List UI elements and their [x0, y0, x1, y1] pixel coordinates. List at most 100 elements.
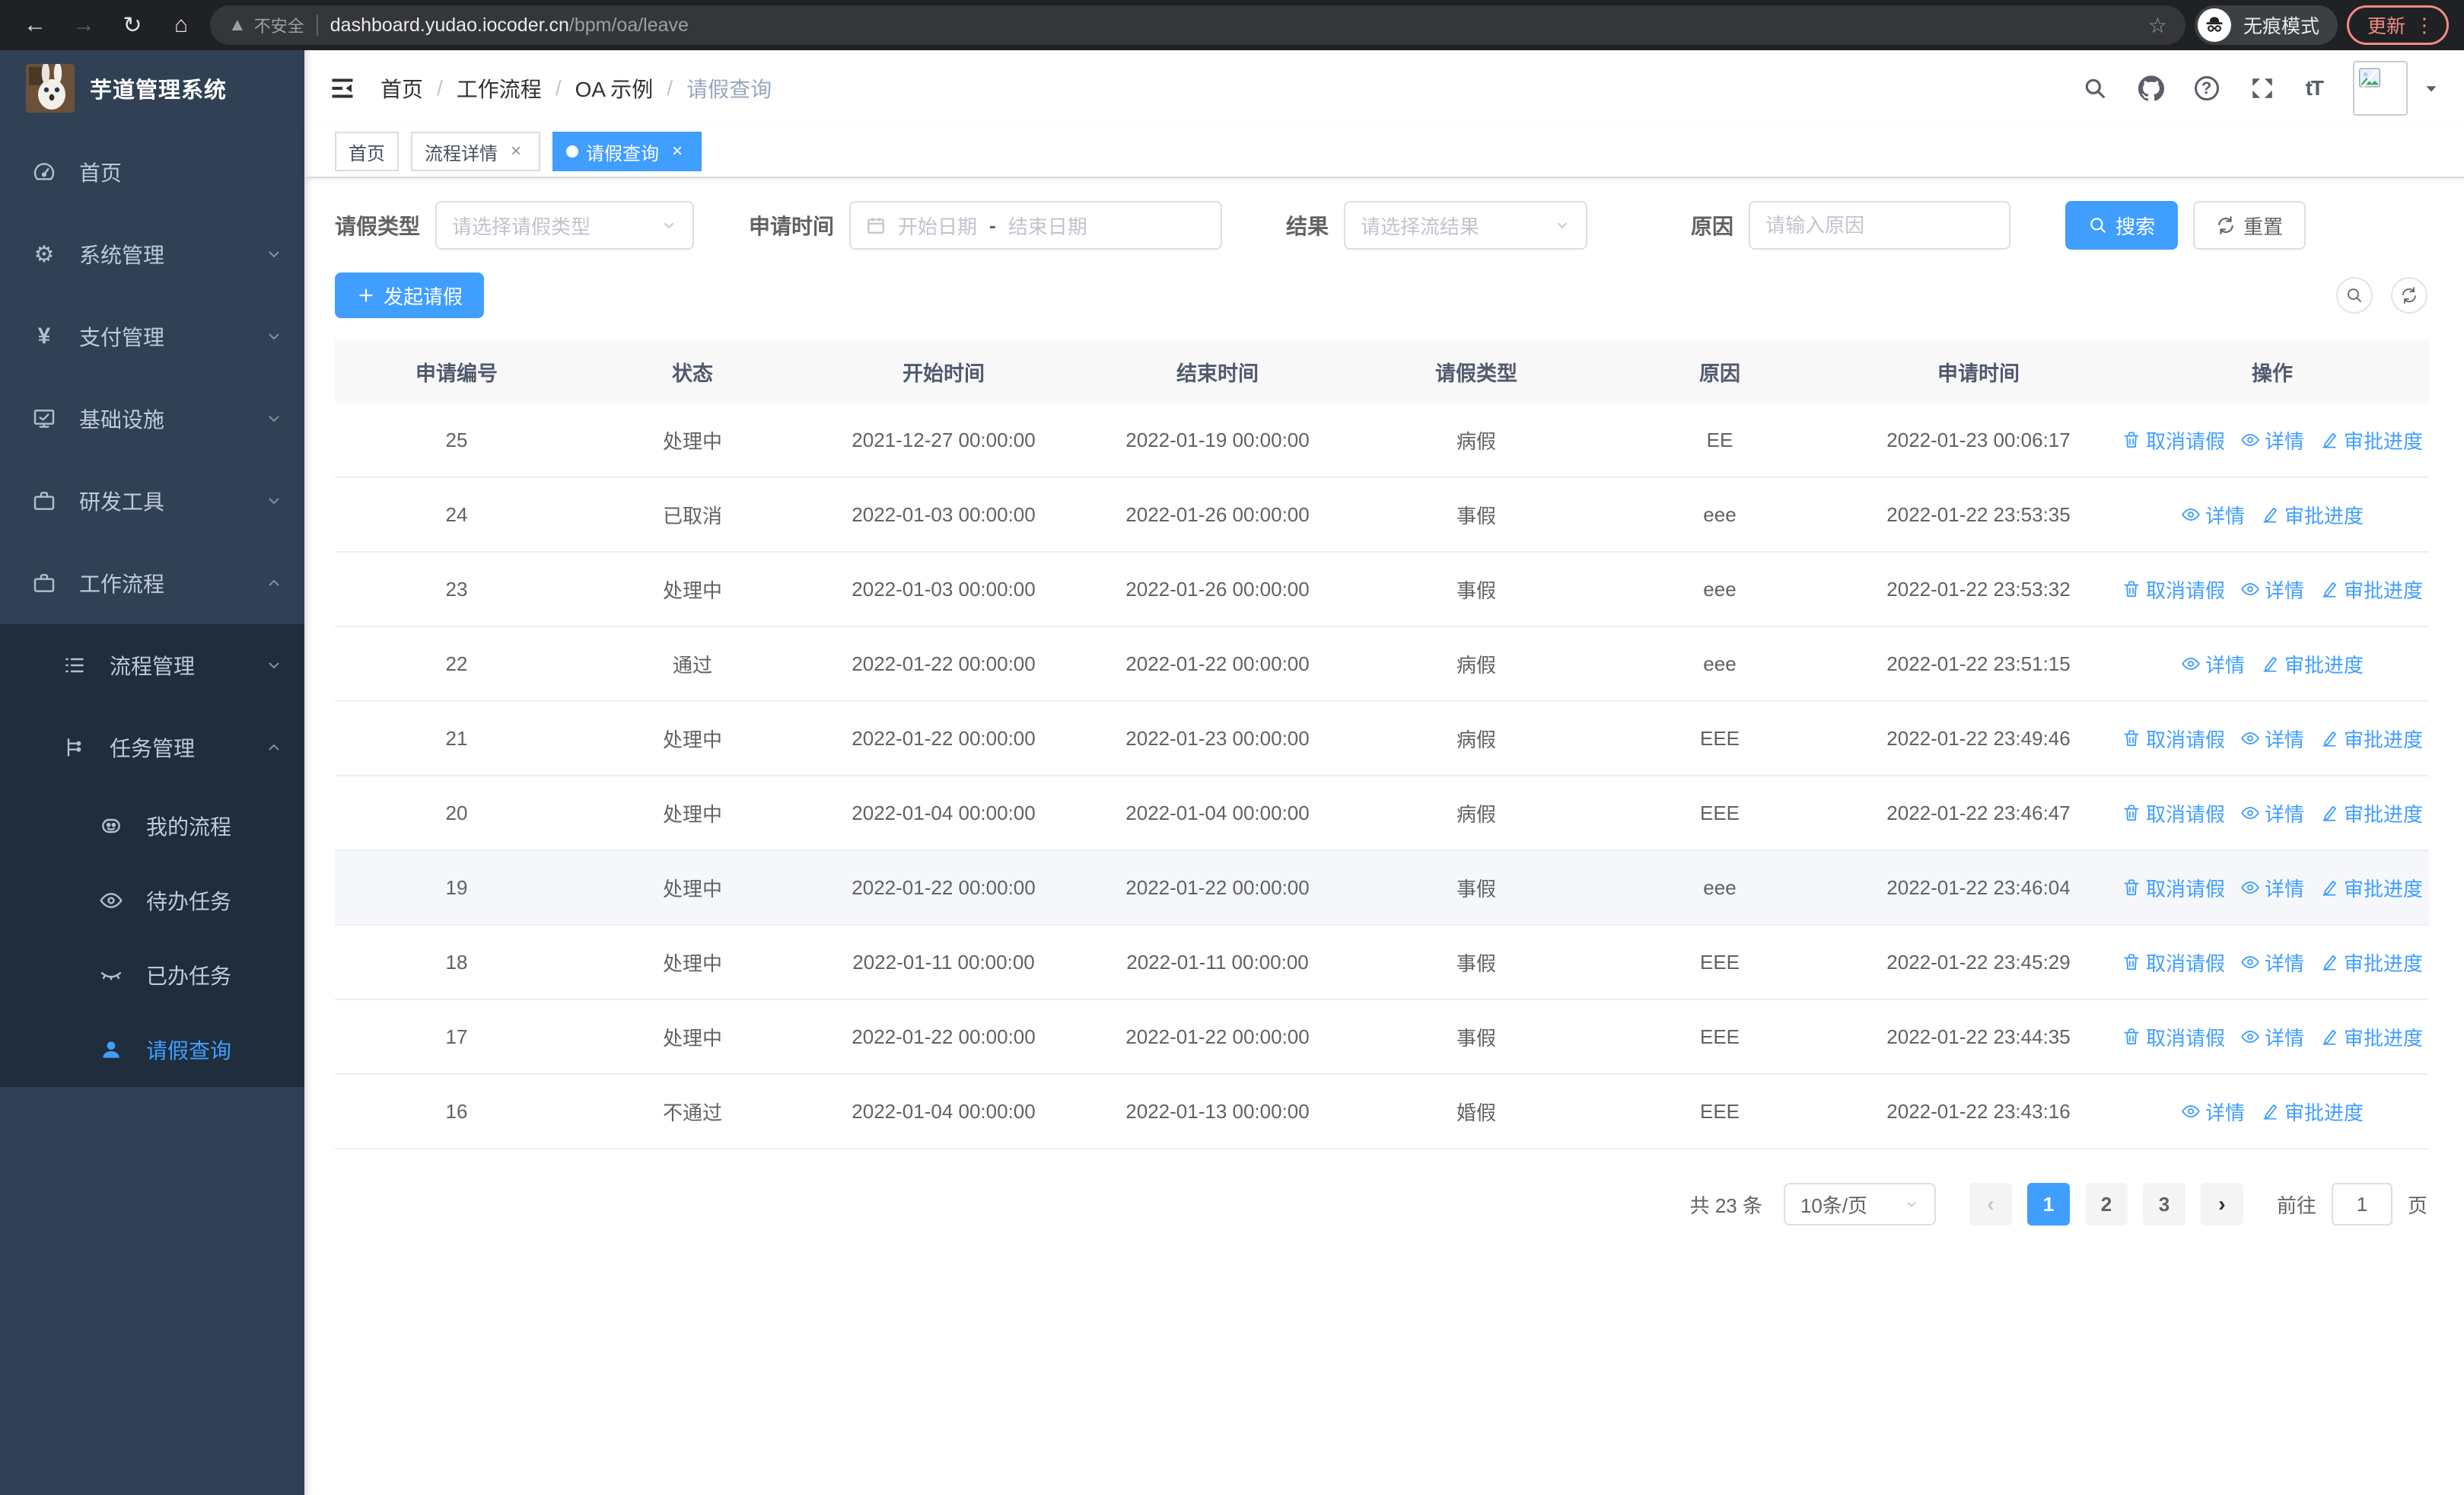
reason-input[interactable] — [1750, 202, 2010, 248]
cancel-leave-link[interactable]: 取消请假 — [2122, 575, 2225, 604]
result-select[interactable]: 请选择流结果 — [1344, 201, 1588, 250]
detail-link[interactable]: 详情 — [2240, 575, 2304, 604]
cell-start-time: 2022-01-04 00:00:00 — [852, 1099, 1036, 1123]
detail-link[interactable]: 详情 — [2240, 725, 2304, 753]
leave-type-select[interactable]: 请选择请假类型 — [435, 201, 695, 250]
browser-update-button[interactable]: 更新 ⋮ — [2346, 5, 2449, 45]
cancel-leave-link[interactable]: 取消请假 — [2122, 426, 2225, 454]
bookmark-star-icon[interactable]: ☆ — [2148, 13, 2167, 38]
breadcrumb: 首页 / 工作流程 / OA 示例 / 请假查询 — [380, 73, 772, 104]
progress-link[interactable]: 审批进度 — [2260, 501, 2364, 529]
browser-home-button[interactable]: ⌂ — [161, 5, 201, 45]
browser-back-button[interactable]: ← — [15, 5, 55, 45]
reset-button[interactable]: 重置 — [2193, 201, 2306, 250]
sidebar-item-process-management[interactable]: 流程管理 — [0, 624, 304, 706]
close-icon[interactable]: × — [667, 141, 688, 162]
refresh-button[interactable] — [2391, 277, 2427, 314]
filter-bar: 请假类型 请选择请假类型 申请时间 开始日期 - 结束日期 结果 请选择流结果 … — [335, 201, 2434, 250]
tab-home[interactable]: 首页 — [335, 132, 399, 171]
cancel-leave-link[interactable]: 取消请假 — [2122, 725, 2225, 753]
sidebar-item-infrastructure[interactable]: 基础设施 — [0, 378, 304, 460]
cell-apply-id: 21 — [445, 726, 468, 750]
cancel-leave-link[interactable]: 取消请假 — [2122, 948, 2225, 977]
site-security-warning[interactable]: ▲ 不安全 — [228, 13, 304, 37]
page-button-2[interactable]: 2 — [2084, 1183, 2128, 1226]
progress-link[interactable]: 审批进度 — [2319, 948, 2423, 977]
progress-link[interactable]: 审批进度 — [2319, 1023, 2423, 1051]
progress-link[interactable]: 审批进度 — [2319, 725, 2423, 753]
sidebar-item-home[interactable]: 首页 — [0, 131, 304, 213]
sidebar-item-workflow[interactable]: 工作流程 — [0, 542, 304, 624]
cancel-leave-link[interactable]: 取消请假 — [2122, 1023, 2225, 1051]
detail-link[interactable]: 详情 — [2181, 501, 2245, 529]
detail-link[interactable]: 详情 — [2181, 650, 2245, 678]
page-button-1[interactable]: 1 — [2026, 1183, 2070, 1226]
cancel-leave-link[interactable]: 取消请假 — [2122, 874, 2225, 902]
page-size-select[interactable]: 10条/页 — [1783, 1183, 1936, 1226]
browser-reload-button[interactable]: ↻ — [113, 5, 152, 45]
cell-leave-type: 病假 — [1456, 429, 1496, 453]
font-size-icon[interactable]: tT — [2306, 76, 2324, 100]
sidebar-item-dev-tools[interactable]: 研发工具 — [0, 460, 304, 542]
toggle-search-button[interactable] — [2336, 277, 2373, 314]
cell-leave-type: 病假 — [1456, 653, 1496, 677]
sidebar-item-my-process[interactable]: 我的流程 — [0, 789, 304, 863]
cell-status: 处理中 — [662, 1026, 722, 1050]
cell-reason: EEE — [1699, 801, 1740, 824]
cancel-leave-link[interactable]: 取消请假 — [2122, 799, 2225, 827]
detail-link[interactable]: 详情 — [2181, 1098, 2245, 1126]
avatar-caret-icon[interactable] — [2423, 75, 2440, 103]
detail-link[interactable]: 详情 — [2240, 874, 2304, 902]
app-logo-row[interactable]: 芋道管理系统 — [0, 50, 304, 126]
tab-leave-query[interactable]: 请假查询 × — [552, 132, 702, 171]
cell-end-time: 2022-01-22 00:00:00 — [1125, 875, 1310, 899]
browser-menu-icon[interactable]: ⋮ — [2415, 14, 2434, 37]
detail-link[interactable]: 详情 — [2240, 426, 2304, 454]
sidebar-item-done-tasks[interactable]: 已办任务 — [0, 938, 304, 1012]
table-row: 20 处理中 2022-01-04 00:00:00 2022-01-04 00:00… — [335, 776, 2429, 851]
sidebar-collapse-icon[interactable] — [329, 75, 356, 102]
search-icon[interactable] — [2082, 75, 2108, 101]
progress-link[interactable]: 审批进度 — [2319, 799, 2423, 827]
detail-link[interactable]: 详情 — [2240, 1023, 2304, 1051]
breadcrumb-oa-example[interactable]: OA 示例 — [575, 73, 654, 104]
breadcrumb-workflow[interactable]: 工作流程 — [457, 73, 542, 104]
filter-reason: 原因 — [1691, 201, 2011, 250]
avatar[interactable] — [2353, 61, 2408, 116]
page-button-3[interactable]: 3 — [2142, 1183, 2185, 1226]
chevron-down-icon — [265, 327, 283, 346]
github-icon[interactable] — [2138, 75, 2164, 101]
cell-reason: EEE — [1699, 1025, 1740, 1048]
sidebar-item-payment[interactable]: ¥ 支付管理 — [0, 295, 304, 378]
progress-link[interactable]: 审批进度 — [2319, 426, 2423, 454]
close-icon[interactable]: × — [505, 141, 527, 162]
progress-link[interactable]: 审批进度 — [2260, 1098, 2364, 1126]
create-leave-button[interactable]: 发起请假 — [335, 273, 485, 318]
progress-link[interactable]: 审批进度 — [2319, 575, 2423, 604]
progress-link[interactable]: 审批进度 — [2260, 650, 2364, 678]
chevron-down-icon — [265, 656, 283, 674]
detail-link[interactable]: 详情 — [2240, 799, 2304, 827]
cell-apply-id: 18 — [445, 950, 468, 974]
breadcrumb-home[interactable]: 首页 — [380, 73, 423, 104]
browser-forward-button[interactable]: → — [64, 5, 103, 45]
date-range-picker[interactable]: 开始日期 - 结束日期 — [849, 201, 1223, 250]
address-bar[interactable]: ▲ 不安全 dashboard.yudao.iocoder.cn/bpm/oa/… — [210, 5, 2185, 45]
sidebar-item-task-management[interactable]: 任务管理 — [0, 706, 304, 789]
cell-leave-type: 事假 — [1456, 877, 1496, 901]
detail-link[interactable]: 详情 — [2240, 948, 2304, 977]
prev-page-button[interactable]: ‹ — [1969, 1183, 2012, 1226]
help-icon[interactable]: ? — [2194, 76, 2219, 100]
fullscreen-icon[interactable] — [2249, 75, 2275, 101]
next-page-button[interactable]: › — [2200, 1183, 2243, 1226]
table-body: 25 处理中 2021-12-27 00:00:00 2022-01-19 00:00… — [335, 403, 2429, 1149]
goto-page-input[interactable] — [2331, 1183, 2392, 1226]
sidebar-item-todo-tasks[interactable]: 待办任务 — [0, 863, 304, 938]
tab-process-detail[interactable]: 流程详情 × — [411, 132, 540, 171]
table-row: 19 处理中 2022-01-22 00:00:00 2022-01-22 00:00… — [335, 851, 2429, 926]
progress-link[interactable]: 审批进度 — [2319, 874, 2423, 902]
search-button[interactable]: 搜索 — [2065, 201, 2179, 250]
goto-unit: 页 — [2407, 1194, 2427, 1217]
sidebar-item-system[interactable]: ⚙ 系统管理 — [0, 213, 304, 295]
sidebar-item-leave-query[interactable]: 请假查询 — [0, 1012, 304, 1087]
